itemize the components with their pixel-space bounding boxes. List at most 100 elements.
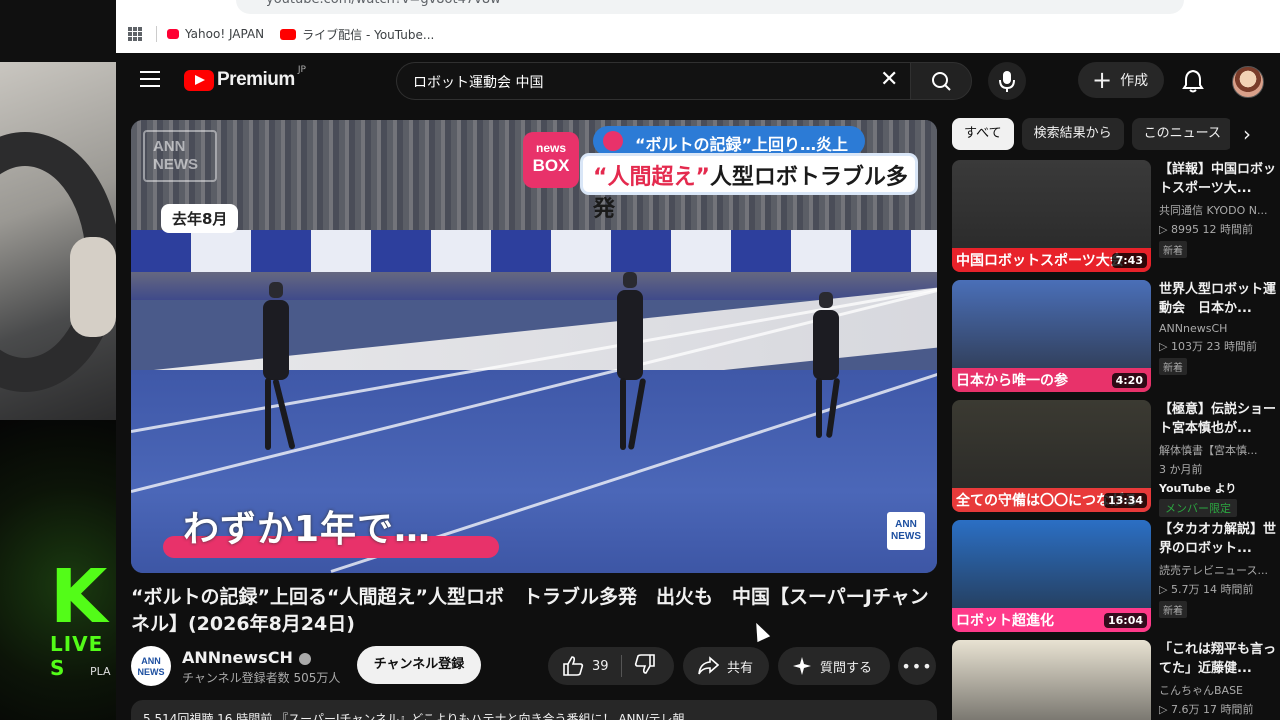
video-title[interactable]: 【極意】伝説ショート宮本慎也が... xyxy=(1159,400,1280,438)
subscribe-button[interactable]: チャンネル登録 xyxy=(357,646,481,684)
logo-word: Premium xyxy=(217,69,295,90)
member-only-badge: メンバー限定 xyxy=(1159,499,1237,517)
logo-region: JP xyxy=(297,65,306,75)
new-badge: 新着 xyxy=(1159,358,1187,375)
youtube-premium-logo[interactable]: Premium JP xyxy=(184,65,306,91)
headline-main-red: “人間超え” xyxy=(593,165,710,190)
headline-top: “ボルトの記録”上回り…炎上 xyxy=(593,126,865,156)
recommended-video[interactable]: 近藤健介も憧れる「これは翔平も言ってた」近藤健... こんちゃんBASE ▷ 7.6… xyxy=(952,640,1280,720)
address-bar[interactable]: youtube.com/watch?v=gv8ot47v8w xyxy=(236,0,1184,14)
video-meta: ▷ 7.6万 17 時間前 xyxy=(1159,703,1254,716)
apps-grid-icon[interactable] xyxy=(128,27,142,41)
browser-chrome: youtube.com/watch?v=gv8ot47v8w Yahoo! JA… xyxy=(116,0,1280,53)
video-thumbnail[interactable]: 近藤健介も憧れる xyxy=(952,640,1151,720)
screen-root: { "browser": { "url": "youtube.com/watch… xyxy=(0,0,1280,720)
recommended-video[interactable]: 中国ロボットスポーツ大会 7:43 【詳報】中国ロボットスポーツ大... 共同通信 K… xyxy=(952,160,1280,272)
channel-name[interactable]: ANNnewsCH xyxy=(182,648,311,667)
share-button[interactable]: 共有 xyxy=(683,647,769,685)
channel-name[interactable]: ANNnewsCH xyxy=(1159,322,1280,335)
youtube-play-icon xyxy=(184,69,214,91)
video-info: 【タカオカ解説】世界のロボット... 読売テレビニュース... ▷ 5.7万 14 … xyxy=(1159,520,1280,618)
channel-name[interactable]: 共同通信 KYODO N... xyxy=(1159,202,1280,218)
robot-runner xyxy=(263,282,296,450)
share-label: 共有 xyxy=(727,660,754,676)
hand xyxy=(70,237,116,337)
thumbs-up-icon xyxy=(563,656,584,676)
video-subtitle: わずか1年で… xyxy=(183,509,432,550)
ask-label: 質問する xyxy=(820,660,873,676)
clear-search-icon[interactable]: ✕ xyxy=(880,69,898,91)
like-dislike-group: 39 xyxy=(548,647,674,685)
hamburger-menu-icon[interactable] xyxy=(140,71,160,87)
video-duration: 4:20 xyxy=(1111,373,1147,388)
channel-name[interactable]: こんちゃんBASE xyxy=(1159,682,1280,698)
recommended-video[interactable]: 日本から唯一の参 4:20 世界人型ロボット運動会 日本か... ANNnewsCH ▷… xyxy=(952,280,1280,392)
date-tag: 去年8月 xyxy=(161,204,239,233)
search-input[interactable]: ロボット運動会 中国 xyxy=(396,62,910,100)
new-badge: 新着 xyxy=(1159,601,1187,618)
video-title[interactable]: 【詳報】中国ロボットスポーツ大... xyxy=(1159,160,1280,198)
video-duration: 7:43 xyxy=(1111,253,1147,268)
search-button[interactable] xyxy=(910,62,972,100)
more-actions-button[interactable]: ••• xyxy=(898,647,936,685)
voice-search-button[interactable] xyxy=(988,62,1026,100)
recommended-video[interactable]: ロボット超進化 16:04 【タカオカ解説】世界のロボット... 読売テレビニュース.… xyxy=(952,520,1280,632)
bookmark-youtube-live[interactable]: ライブ配信 - YouTube... xyxy=(280,26,434,43)
newsbox-top: news xyxy=(535,141,566,155)
more-dots-icon: ••• xyxy=(901,656,933,676)
video-duration: 16:04 xyxy=(1103,613,1147,628)
channel-name-text: ANNnewsCH xyxy=(182,648,293,667)
video-thumbnail[interactable]: 中国ロボットスポーツ大会 7:43 xyxy=(952,160,1151,272)
kick-logo-overlay: K LIVE S PLA xyxy=(0,420,116,720)
video-info: 【詳報】中国ロボットスポーツ大... 共同通信 KYODO N... ▷ 8995 … xyxy=(1159,160,1280,258)
video-thumbnail[interactable]: ロボット超進化 16:04 xyxy=(952,520,1151,632)
share-icon xyxy=(698,656,719,675)
bookmarks-bar: Yahoo! JAPAN ライブ配信 - YouTube... xyxy=(116,22,1280,46)
video-duration: 13:34 xyxy=(1103,493,1147,508)
channel-name[interactable]: 読売テレビニュース... xyxy=(1159,562,1280,578)
thumbs-down-icon xyxy=(634,654,655,674)
recommended-video[interactable]: 全ての守備は〇〇につながる 13:34 【極意】伝説ショート宮本慎也が... 解体慎書… xyxy=(952,400,1280,517)
chip-all[interactable]: すべて xyxy=(952,118,1014,150)
video-player[interactable]: ANN NEWS 去年8月 news BOX “ボルトの記録”上回り…炎上 “人… xyxy=(131,120,937,573)
newsbox-bottom: BOX xyxy=(532,156,570,175)
video-title: “ボルトの記録”上回る“人間超え”人型ロボ トラブル多発 出火も 中国【スーパー… xyxy=(131,586,929,635)
channel-name[interactable]: 解体慎書【宮本慎... xyxy=(1159,442,1280,458)
create-button[interactable]: + 作成 xyxy=(1078,62,1164,98)
notifications-bell-icon[interactable] xyxy=(1182,69,1204,93)
like-button[interactable]: 39 xyxy=(548,656,609,676)
video-thumbnail[interactable]: 全ての守備は〇〇につながる 13:34 xyxy=(952,400,1151,512)
dislike-button[interactable] xyxy=(634,654,656,678)
video-meta: ▷ 5.7万 14 時間前 xyxy=(1159,583,1254,596)
kick-logo-letter: K xyxy=(50,554,108,640)
yahoo-icon xyxy=(167,29,179,39)
play-circle-icon xyxy=(603,131,623,151)
sparkle-icon xyxy=(793,657,811,675)
description-box[interactable]: 5,514回視聴 16 時間前 『スーパーJチャンネル』どこよりもハテナと向き合… xyxy=(131,700,937,720)
create-label: 作成 xyxy=(1120,73,1149,89)
robot-runner xyxy=(617,272,647,450)
verified-icon xyxy=(298,652,311,665)
video-info: 世界人型ロボット運動会 日本か... ANNnewsCH ▷ 103万 23 時間前… xyxy=(1159,280,1280,375)
like-count: 39 xyxy=(592,658,609,674)
chip-from-search[interactable]: 検索結果から xyxy=(1021,118,1124,150)
stream-overlay-strip: K LIVE S PLA xyxy=(0,0,116,720)
chevron-right-icon[interactable]: › xyxy=(1230,118,1264,150)
bookmark-separator xyxy=(156,26,157,42)
video-info: 【極意】伝説ショート宮本慎也が... 解体慎書【宮本慎... 3 か月前 YouTub… xyxy=(1159,400,1280,517)
video-title[interactable]: 「これは翔平も言ってた」近藤健... xyxy=(1159,640,1280,678)
like-divider xyxy=(620,655,622,677)
webcam-feed xyxy=(0,62,116,420)
account-avatar[interactable] xyxy=(1232,66,1264,98)
bookmark-label: ライブ配信 - YouTube... xyxy=(302,27,435,42)
headline-top-text: “ボルトの記録”上回り…炎上 xyxy=(635,135,849,154)
ask-button[interactable]: 質問する xyxy=(778,647,890,685)
pla-label: PLA xyxy=(90,665,111,678)
video-title[interactable]: 世界人型ロボット運動会 日本か... xyxy=(1159,280,1280,318)
channel-avatar[interactable]: ANN NEWS xyxy=(131,646,171,686)
video-thumbnail[interactable]: 日本から唯一の参 4:20 xyxy=(952,280,1151,392)
chip-this-news[interactable]: このニュース xyxy=(1131,118,1233,150)
bookmark-yahoo[interactable]: Yahoo! JAPAN xyxy=(167,27,264,41)
video-title[interactable]: 【タカオカ解説】世界のロボット... xyxy=(1159,520,1280,558)
youtube-header: Premium JP ロボット運動会 中国 ✕ + 作成 xyxy=(116,53,1280,109)
